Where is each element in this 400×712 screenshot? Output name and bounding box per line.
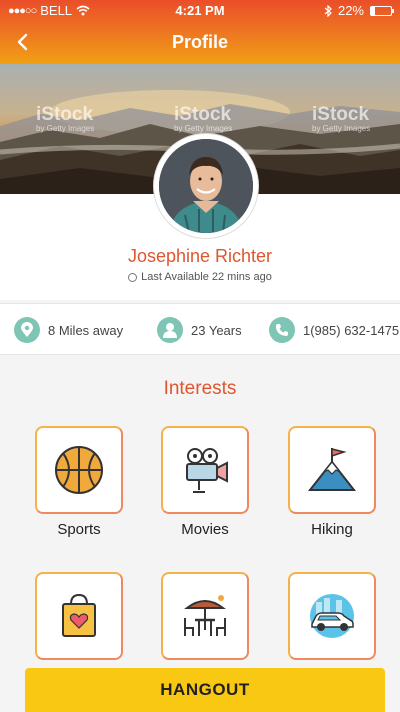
clock-icon bbox=[128, 272, 138, 282]
phone-text: 1(985) 632-1475 bbox=[303, 322, 400, 338]
distance-info: 8 Miles away bbox=[14, 317, 123, 343]
outdoor-cafe-icon bbox=[184, 595, 226, 636]
film-projector-icon bbox=[186, 448, 228, 493]
interest-label: Hiking bbox=[311, 521, 353, 538]
age-info: 23 Years bbox=[157, 317, 242, 343]
bluetooth-icon bbox=[324, 4, 332, 17]
phone-icon bbox=[269, 317, 295, 343]
interest-tile-movies[interactable] bbox=[161, 426, 249, 514]
last-available: Last Available 22 mins ago bbox=[0, 271, 400, 283]
avatar[interactable] bbox=[154, 134, 258, 238]
hangout-button[interactable]: HANGOUT bbox=[25, 668, 385, 712]
app-header: ●●●○○ BELL 4:21 PM 22% Profile bbox=[0, 0, 400, 64]
interest-label: Movies bbox=[181, 521, 229, 538]
interests-title: Interests bbox=[163, 378, 237, 399]
interest-tile-dining[interactable] bbox=[161, 572, 249, 660]
profile-name: Josephine Richter bbox=[127, 246, 273, 266]
profile-photo bbox=[159, 139, 253, 233]
page-title: Profile bbox=[171, 32, 228, 52]
battery-icon bbox=[370, 5, 394, 16]
nav-bar: Profile bbox=[0, 26, 400, 60]
battery-percent: 22% bbox=[337, 3, 364, 18]
interest-tile-travel[interactable] bbox=[288, 572, 376, 660]
distance-text: 8 Miles away bbox=[48, 322, 124, 338]
watermark: iStock by Getty Images bbox=[174, 104, 233, 133]
interest-tile-hiking[interactable] bbox=[288, 426, 376, 514]
status-bar: ●●●○○ BELL 4:21 PM 22% bbox=[0, 0, 400, 22]
interest-label: Sports bbox=[57, 521, 101, 538]
interest-tile-shopping[interactable] bbox=[35, 572, 123, 660]
mountain-flag-icon bbox=[307, 448, 357, 491]
phone-info[interactable]: 1(985) 632-1475 bbox=[269, 317, 399, 343]
interest-tile-sports[interactable] bbox=[35, 426, 123, 514]
watermark: iStock by Getty Images bbox=[36, 104, 95, 133]
age-text: 23 Years bbox=[191, 322, 242, 338]
watermark: iStock by Getty Images bbox=[312, 104, 371, 133]
last-available-text: Last Available 22 mins ago bbox=[141, 271, 272, 283]
shopping-bag-icon bbox=[62, 593, 96, 637]
car-icon bbox=[310, 594, 354, 638]
profile-info-bar: 8 Miles away 23 Years 1(985) 632-1475 bbox=[0, 303, 400, 355]
location-pin-icon bbox=[14, 317, 40, 343]
basketball-icon bbox=[55, 446, 103, 494]
person-icon bbox=[157, 317, 183, 343]
